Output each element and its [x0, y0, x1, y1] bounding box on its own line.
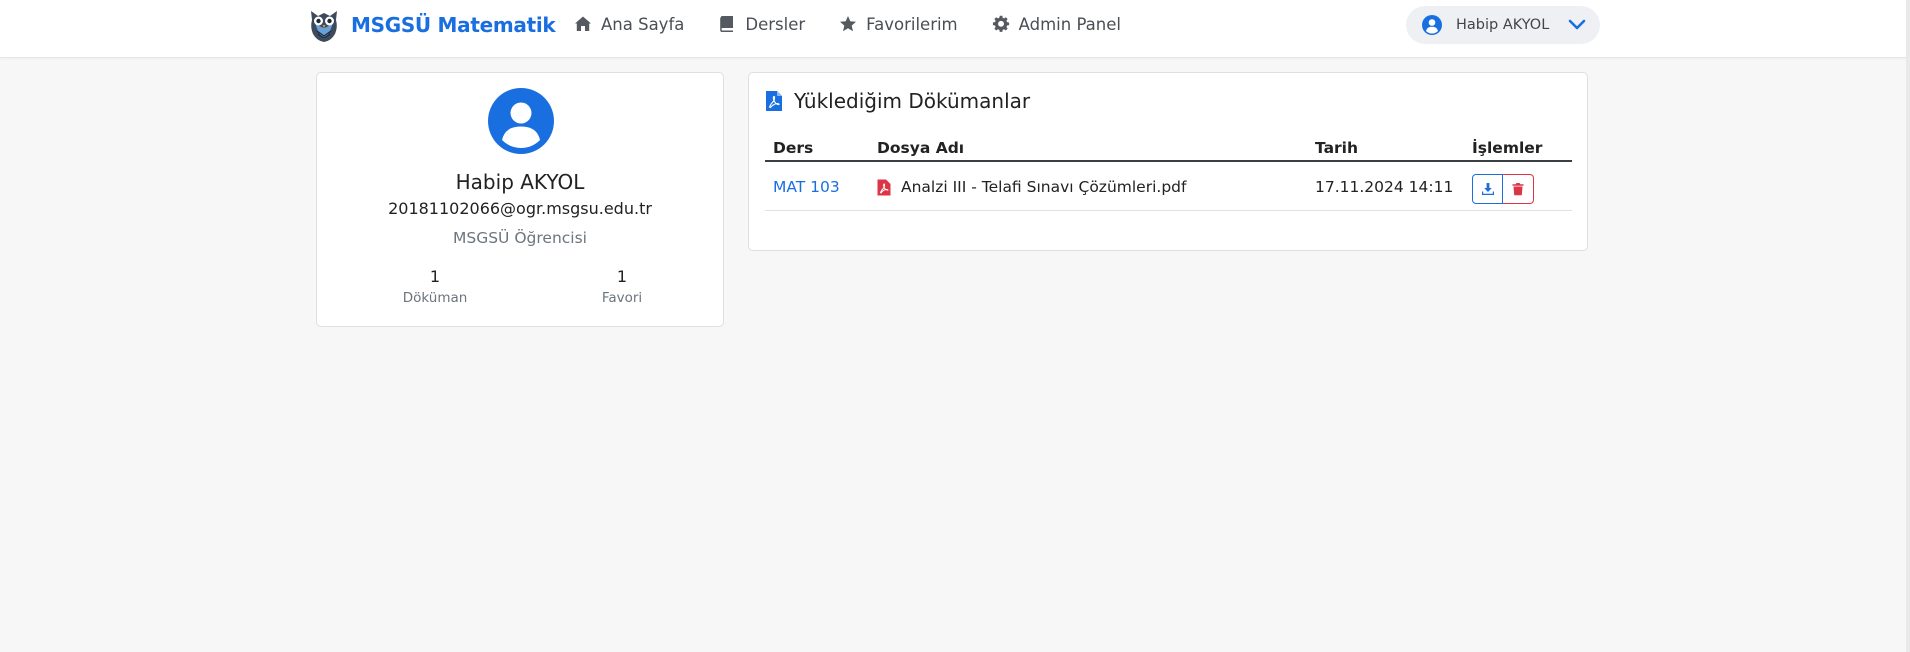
upload-date: 17.11.2024 14:11: [1315, 178, 1454, 196]
profile-email: 20181102066@ogr.msgsu.edu.tr: [388, 199, 652, 218]
nav-favorites[interactable]: Favorilerim: [839, 12, 958, 36]
scrollbar[interactable]: [1906, 0, 1910, 652]
column-header-date: Tarih: [1315, 139, 1359, 157]
nav-home-label: Ana Sayfa: [601, 14, 685, 34]
stat-documents: 1 Döküman: [375, 267, 495, 306]
user-menu-name: Habip AKYOL: [1456, 17, 1550, 33]
brand-link[interactable]: MSGSÜ Matematik: [307, 7, 556, 43]
trash-icon: [1512, 183, 1524, 196]
book-icon: [720, 16, 734, 32]
documents-card: Yüklediğim Dökümanlar Ders Dosya Adı Tar…: [748, 72, 1588, 251]
avatar-icon: [488, 88, 554, 154]
user-menu-toggle[interactable]: Habip AKYOL: [1406, 6, 1600, 44]
nav-home[interactable]: Ana Sayfa: [574, 12, 684, 36]
gear-icon: [992, 15, 1009, 32]
stat-favorites-count: 1: [616, 267, 628, 286]
course-link[interactable]: MAT 103: [773, 178, 840, 196]
nav-admin-panel-label: Admin Panel: [1018, 14, 1121, 34]
download-button[interactable]: [1472, 174, 1503, 204]
stat-documents-label: Döküman: [402, 290, 468, 306]
column-header-course: Ders: [773, 139, 814, 157]
file-name: Analzi III - Telafi Sınavı Çözümleri.pdf: [901, 178, 1187, 196]
nav-favorites-label: Favorilerim: [866, 14, 958, 34]
documents-heading: Yüklediğim Dökümanlar: [765, 89, 1030, 113]
column-header-filename: Dosya Adı: [877, 139, 965, 157]
brand-name: MSGSÜ Matematik: [351, 13, 556, 37]
table-row: MAT 103 Analzi III - Telafi Sınavı Çözüm…: [765, 164, 1572, 211]
page: MSGSÜ Matematik Ana Sayfa Dersler Favori…: [0, 0, 1910, 652]
nav-courses-label: Dersler: [745, 14, 806, 34]
pdf-file-icon: [766, 91, 782, 111]
owl-logo-icon: [311, 11, 337, 42]
delete-button[interactable]: [1503, 174, 1534, 204]
top-navbar: MSGSÜ Matematik Ana Sayfa Dersler Favori…: [0, 0, 1910, 58]
profile-role: MSGSÜ Öğrencisi: [453, 229, 587, 247]
nav-courses[interactable]: Dersler: [718, 12, 805, 36]
profile-name: Habip AKYOL: [455, 170, 585, 194]
table-header: Ders Dosya Adı Tarih İşlemler: [765, 135, 1572, 162]
chevron-down-icon: [1568, 19, 1586, 30]
column-header-actions: İşlemler: [1472, 139, 1543, 157]
stat-favorites-label: Favori: [601, 290, 643, 306]
file-name-cell: Analzi III - Telafi Sınavı Çözümleri.pdf: [877, 178, 1186, 196]
profile-card: Habip AKYOL 20181102066@ogr.msgsu.edu.tr…: [316, 72, 724, 327]
user-circle-icon: [1422, 15, 1442, 35]
home-icon: [575, 16, 591, 31]
row-actions: [1472, 174, 1534, 204]
documents-title: Yüklediğim Dökümanlar: [794, 89, 1031, 113]
star-icon: [840, 16, 857, 32]
main-nav: Ana Sayfa Dersler Favorilerim Admin Pane…: [574, 12, 1155, 36]
pdf-icon: [877, 179, 891, 195]
stat-favorites: 1 Favori: [562, 267, 682, 306]
download-icon: [1481, 183, 1494, 195]
nav-admin-panel[interactable]: Admin Panel: [992, 12, 1121, 36]
stat-documents-count: 1: [429, 267, 441, 286]
